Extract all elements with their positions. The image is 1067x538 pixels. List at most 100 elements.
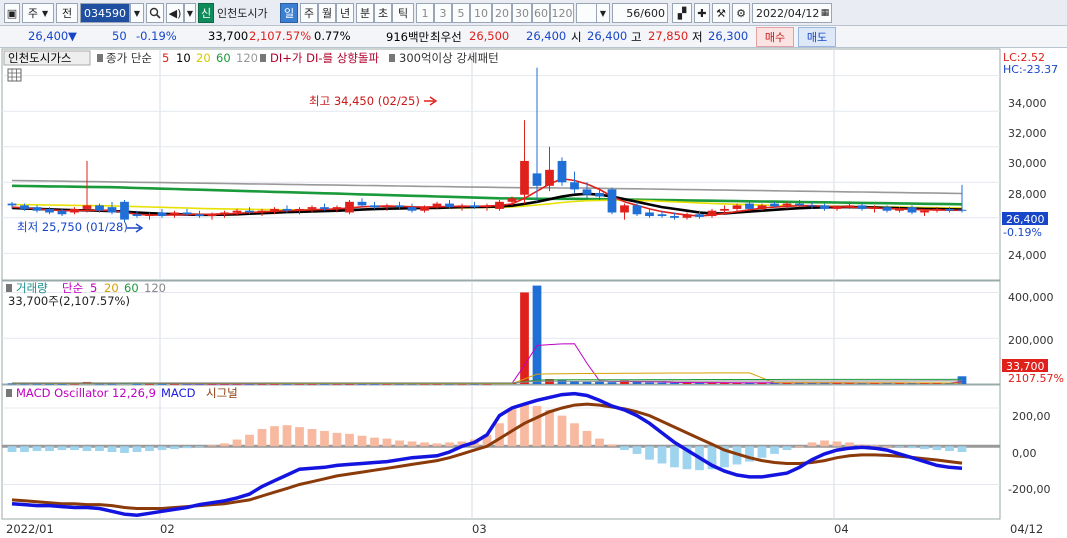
candle-body bbox=[682, 214, 692, 218]
macd-osc-bar bbox=[395, 440, 404, 447]
macd-osc-bar bbox=[795, 446, 804, 448]
candle-body bbox=[257, 210, 267, 213]
minute-60-button[interactable]: 60 bbox=[532, 3, 550, 23]
macd-osc-bar bbox=[70, 446, 79, 451]
candle-body bbox=[282, 208, 292, 211]
crosshair-icon[interactable]: ✚ bbox=[694, 3, 710, 23]
macd-osc-bar bbox=[257, 429, 267, 447]
tab-period-year[interactable]: 년 bbox=[336, 3, 354, 23]
candle-body bbox=[470, 205, 479, 208]
candle-body bbox=[545, 169, 554, 186]
candle-body bbox=[82, 205, 92, 209]
minute-120-button[interactable]: 120 bbox=[550, 3, 574, 23]
candle-body bbox=[770, 203, 779, 207]
macd-tick-200: 200,00 bbox=[1012, 410, 1051, 423]
macd-osc-bar bbox=[445, 442, 454, 447]
macd-osc-bar bbox=[582, 430, 592, 447]
x-label-feb: 02 bbox=[160, 522, 175, 536]
buy-button[interactable]: 매수 bbox=[756, 27, 794, 47]
candle-body bbox=[382, 205, 392, 208]
macd-osc-bar bbox=[932, 446, 942, 451]
best-ask: 26,500 bbox=[469, 29, 510, 43]
low-label: 저 bbox=[692, 30, 703, 44]
volume-bar bbox=[145, 383, 154, 385]
macd-osc-bar bbox=[645, 446, 654, 460]
ma-120-label: 120 bbox=[236, 51, 258, 65]
volume-bar bbox=[607, 382, 617, 384]
tab-period-week[interactable]: 주 bbox=[300, 3, 318, 23]
low-price: 26,300 bbox=[708, 29, 749, 43]
minute-20-button[interactable]: 20 bbox=[492, 3, 512, 23]
macd-osc-bar bbox=[595, 438, 604, 447]
candle-body bbox=[645, 212, 654, 217]
macd-osc-bar bbox=[195, 446, 204, 448]
count-value: 56 bbox=[626, 6, 641, 20]
sell-button[interactable]: 매도 bbox=[798, 27, 836, 47]
macd-osc-bar bbox=[907, 446, 917, 449]
macd-osc-bar bbox=[220, 443, 229, 447]
market-all-button[interactable]: 전 bbox=[56, 3, 78, 23]
macd-osc-bar bbox=[845, 442, 854, 447]
candle-body bbox=[132, 214, 142, 217]
best-bid: 26,400 bbox=[526, 29, 567, 43]
minute-5-button[interactable]: 5 bbox=[452, 3, 470, 23]
candle-body bbox=[845, 205, 854, 208]
candle-body bbox=[482, 205, 492, 208]
macd-osc-bar bbox=[145, 446, 154, 452]
macd-osc-bar bbox=[295, 427, 304, 447]
tab-period-month[interactable]: 월 bbox=[318, 3, 336, 23]
volume-ratio: 2,107.57% bbox=[249, 29, 312, 43]
candle-body bbox=[32, 207, 42, 211]
candle-body bbox=[707, 210, 717, 217]
macd-osc-bar bbox=[370, 437, 379, 447]
code-input[interactable]: 034590 bbox=[80, 3, 130, 23]
price-tick-34000: 34,000 bbox=[1008, 97, 1047, 110]
custom-period-dropdown-icon[interactable]: ▼ bbox=[596, 3, 610, 23]
ruler-icon[interactable]: ⚒ bbox=[712, 3, 730, 23]
tab-period-minute[interactable]: 분 bbox=[356, 3, 374, 23]
tab-period-tick[interactable]: 틱 bbox=[392, 3, 414, 23]
candle-body bbox=[182, 212, 192, 215]
candle-body bbox=[507, 198, 517, 202]
candle-body bbox=[720, 208, 729, 211]
candle-body bbox=[295, 208, 304, 211]
macd-osc-bar bbox=[320, 430, 329, 447]
search-icon[interactable] bbox=[146, 3, 164, 23]
minute-3-button[interactable]: 3 bbox=[434, 3, 452, 23]
macd-title: MACD Oscillator 12,26,9 bbox=[16, 386, 156, 400]
stock-chart[interactable]: 인천도시가스 종가 단순 5 10 20 60 120 DI+가 DI-를 상향… bbox=[0, 48, 1067, 538]
x-label-apr: 04 bbox=[834, 522, 849, 536]
candle-body bbox=[920, 210, 929, 213]
ma-indicator-icon bbox=[97, 54, 103, 62]
layout-icon[interactable]: ▣ bbox=[4, 3, 20, 23]
tab-period-second[interactable]: 초 bbox=[374, 3, 392, 23]
minute-30-button[interactable]: 30 bbox=[512, 3, 532, 23]
macd-osc-bar bbox=[57, 446, 67, 451]
candle-body bbox=[820, 205, 829, 209]
candle-body bbox=[945, 208, 954, 211]
candle-body bbox=[395, 205, 404, 208]
x-label-mar: 03 bbox=[472, 522, 487, 536]
speaker-icon[interactable]: ◀) bbox=[166, 3, 184, 23]
calendar-icon[interactable]: ▦ bbox=[818, 3, 832, 23]
macd-osc-bar bbox=[270, 426, 279, 447]
tab-period-day[interactable]: 일 bbox=[280, 3, 298, 23]
candle-body bbox=[570, 182, 579, 190]
minute-10-button[interactable]: 10 bbox=[470, 3, 492, 23]
volume-ma-20-label: 20 bbox=[104, 281, 119, 295]
candle-body bbox=[20, 205, 29, 209]
macd-osc-bar bbox=[557, 415, 567, 447]
macd-osc-bar bbox=[670, 446, 679, 468]
gear-icon[interactable]: ⚙ bbox=[732, 3, 750, 23]
candle-body bbox=[957, 209, 967, 211]
chart-tools-icon[interactable]: ▞ bbox=[672, 3, 692, 23]
count-field[interactable]: 56/600 bbox=[612, 3, 668, 23]
price-tick-32000: 32,000 bbox=[1008, 127, 1047, 140]
minute-1-button[interactable]: 1 bbox=[416, 3, 434, 23]
market-select[interactable]: 주 ▼ bbox=[22, 3, 54, 23]
code-dropdown-icon[interactable]: ▼ bbox=[130, 3, 144, 23]
open-price: 26,400 bbox=[587, 29, 628, 43]
candle-body bbox=[270, 208, 279, 211]
speaker-dropdown-icon[interactable]: ▼ bbox=[184, 3, 196, 23]
table-icon[interactable] bbox=[7, 68, 22, 82]
